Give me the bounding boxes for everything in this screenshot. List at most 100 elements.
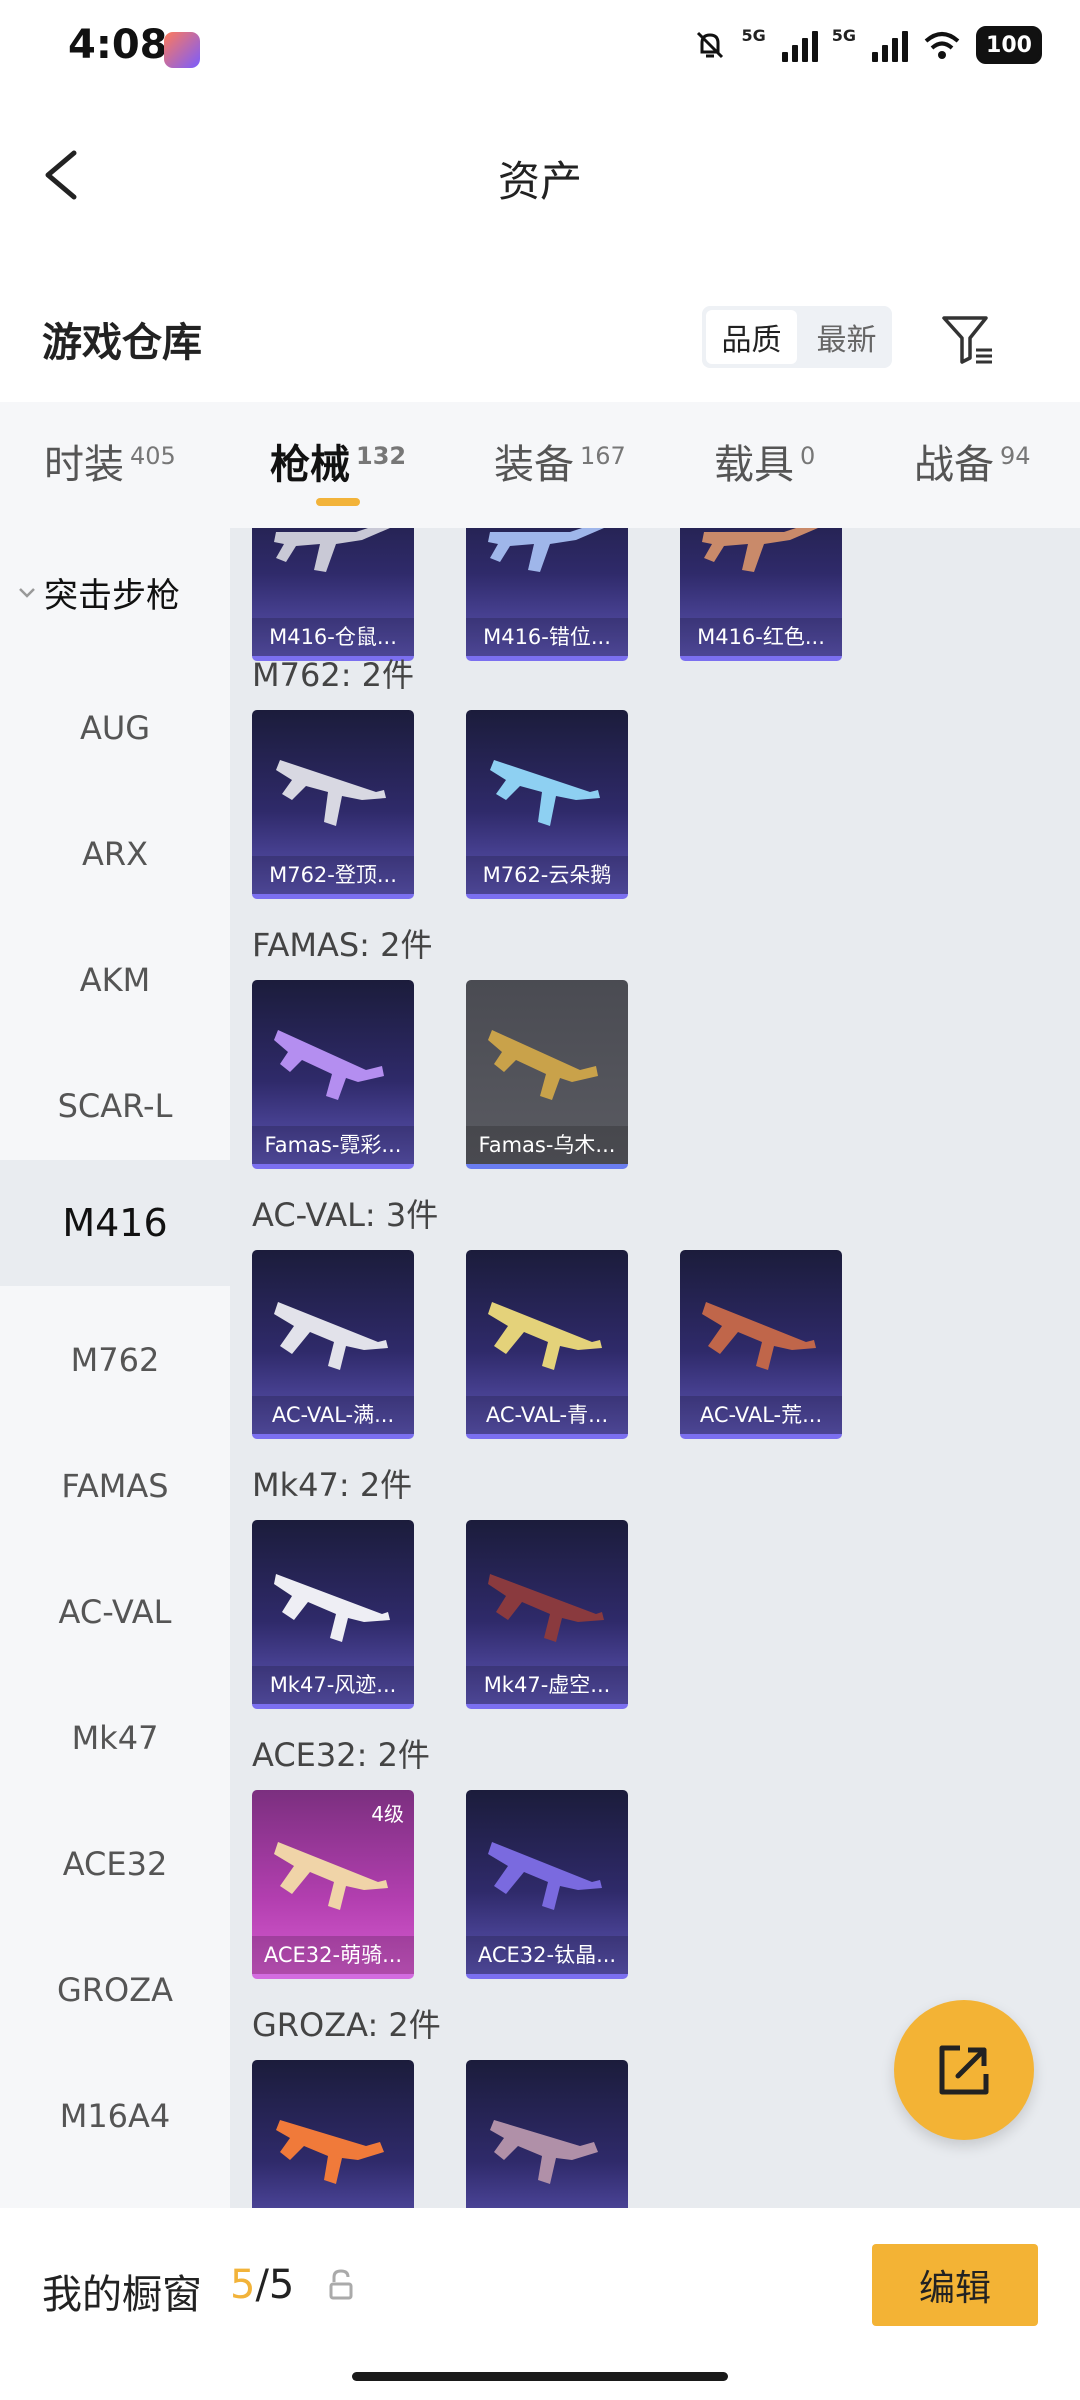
sidebar-item-akm[interactable]: AKM xyxy=(0,950,230,1010)
showcase-current: 5 xyxy=(230,2262,256,2308)
weapon-card-label: Mk47-虚空... xyxy=(466,1666,628,1704)
weapon-card[interactable]: 4级 ACE32-萌骑... xyxy=(252,1790,414,1979)
weapon-card-label: M762-登顶... xyxy=(252,856,414,894)
weapon-card[interactable]: Mk47-虚空... xyxy=(466,1520,628,1709)
weapon-image xyxy=(702,528,818,572)
weapon-grid: M416-仓鼠... M416-错位... M416-红色... M762: 2… xyxy=(230,528,1080,2208)
sidebar-item-arx[interactable]: ARX xyxy=(0,824,230,884)
tab-label: 枪械 xyxy=(270,442,350,488)
signal-icon-1 xyxy=(781,28,818,62)
weapon-card-label: M416-错位... xyxy=(466,618,628,656)
tab-label: 战备 xyxy=(914,442,994,488)
sidebar-item-ac-val[interactable]: AC-VAL xyxy=(0,1582,230,1642)
status-indicators: 5G 5G 100 xyxy=(693,26,1042,64)
weapon-image xyxy=(488,1030,598,1100)
group-title: Mk47: 2件 xyxy=(252,1466,413,1504)
tab-count: 405 xyxy=(130,441,176,470)
sidebar-category-label: 突击步枪 xyxy=(44,576,180,616)
weapon-type-sidebar: 突击步枪 AUG ARX AKM SCAR-L M416 M762 FAMAS … xyxy=(0,528,230,2208)
weapon-card-label: Famas-乌木... xyxy=(466,1126,628,1164)
share-icon xyxy=(939,2045,989,2095)
weapon-card[interactable]: M762-登顶... xyxy=(252,710,414,899)
weapon-card[interactable]: M416-红色... xyxy=(680,528,842,661)
signal-icon-2 xyxy=(872,28,908,62)
tab-fashion[interactable]: 时装 405 xyxy=(44,432,176,490)
weapon-card-label: AC-VAL-荒... xyxy=(680,1396,842,1434)
weapon-card-label: ACE32-萌骑... xyxy=(252,1936,414,1974)
tab-firearms[interactable]: 枪械 132 xyxy=(270,432,406,490)
mute-bell-icon xyxy=(697,31,724,59)
tab-count: 167 xyxy=(580,441,626,470)
tab-vehicles[interactable]: 载具 0 xyxy=(714,432,815,490)
weapon-card[interactable]: Famas-霓彩... xyxy=(252,980,414,1169)
sidebar-category[interactable]: 突击步枪 xyxy=(16,568,180,617)
tab-supplies[interactable]: 战备 94 xyxy=(914,432,1031,490)
sidebar-item-famas[interactable]: FAMAS xyxy=(0,1456,230,1516)
filter-icon[interactable] xyxy=(938,310,998,370)
weapon-card-label: Famas-霓彩... xyxy=(252,1126,414,1164)
weapon-image xyxy=(488,1302,602,1370)
wifi-icon xyxy=(924,32,960,59)
weapon-card[interactable]: M416-错位... xyxy=(466,528,628,661)
weapon-card-label: ACE32-钛晶... xyxy=(466,1936,628,1974)
weapon-card[interactable] xyxy=(252,2060,414,2208)
level-badge: 4级 xyxy=(371,1802,404,1826)
tab-count: 0 xyxy=(800,441,816,470)
showcase-count: 5/5 xyxy=(230,2262,294,2308)
sort-toggle: 品质 最新 xyxy=(702,306,892,368)
group-title: ACE32: 2件 xyxy=(252,1736,430,1774)
weapon-card[interactable]: M762-云朵鹅 xyxy=(466,710,628,899)
weapon-image xyxy=(274,1030,384,1100)
tab-equipment[interactable]: 装备 167 xyxy=(494,432,626,490)
net-type-1: 5G xyxy=(741,26,766,45)
weapon-image xyxy=(702,1302,816,1370)
status-time: 4:08 xyxy=(68,22,168,68)
weapon-image xyxy=(276,760,386,826)
showcase-label: 我的橱窗 xyxy=(42,2272,202,2318)
sidebar-item-scar-l[interactable]: SCAR-L xyxy=(0,1076,230,1136)
sidebar-item-aug[interactable]: AUG xyxy=(0,698,230,758)
battery-indicator: 100 xyxy=(976,26,1042,64)
showcase-total: /5 xyxy=(255,2262,295,2308)
weapon-card[interactable]: Mk47-风迹... xyxy=(252,1520,414,1709)
weapon-image xyxy=(490,2120,598,2184)
sidebar-item-ace32[interactable]: ACE32 xyxy=(0,1834,230,1894)
weapon-card[interactable]: AC-VAL-满... xyxy=(252,1250,414,1439)
net-type-2: 5G xyxy=(831,26,856,45)
weapon-card[interactable]: AC-VAL-荒... xyxy=(680,1250,842,1439)
sidebar-item-mk47[interactable]: Mk47 xyxy=(0,1708,230,1768)
sidebar-item-groza[interactable]: GROZA xyxy=(0,1960,230,2020)
tab-label: 时装 xyxy=(44,442,124,488)
active-tab-indicator xyxy=(316,498,360,506)
sidebar-item-m16a4[interactable]: M16A4 xyxy=(0,2086,230,2146)
weapon-card[interactable]: AC-VAL-青... xyxy=(466,1250,628,1439)
weapon-image xyxy=(276,2120,384,2184)
tab-label: 装备 xyxy=(494,442,574,488)
sidebar-item-m416[interactable]: M416 xyxy=(0,1160,230,1286)
group-title: M762: 2件 xyxy=(252,656,415,694)
group-title: GROZA: 2件 xyxy=(252,2006,441,2044)
weapon-card-label: M416-红色... xyxy=(680,618,842,656)
share-fab-button[interactable] xyxy=(894,2000,1034,2140)
weapon-card-label: Mk47-风迹... xyxy=(252,1666,414,1704)
edit-button[interactable]: 编辑 xyxy=(872,2244,1038,2326)
sort-newest-option[interactable]: 最新 xyxy=(801,306,892,368)
weapon-card[interactable]: Famas-乌木... xyxy=(466,980,628,1169)
tab-label: 载具 xyxy=(714,442,794,488)
group-title: AC-VAL: 3件 xyxy=(252,1196,439,1234)
weapon-card[interactable]: M416-仓鼠... xyxy=(252,528,414,661)
weapon-image xyxy=(274,1574,390,1642)
home-indicator[interactable] xyxy=(352,2372,728,2381)
chevron-down-icon xyxy=(19,587,35,598)
weapon-card[interactable] xyxy=(466,2060,628,2208)
group-title: FAMAS: 2件 xyxy=(252,926,433,964)
weapon-image xyxy=(488,1842,602,1910)
weapon-card-label: M762-云朵鹅 xyxy=(466,856,628,894)
weapon-image xyxy=(488,1574,604,1642)
sidebar-item-m762[interactable]: M762 xyxy=(0,1330,230,1390)
sort-quality-option[interactable]: 品质 xyxy=(706,310,797,364)
weapon-card-label: AC-VAL-满... xyxy=(252,1396,414,1434)
tab-count: 94 xyxy=(1000,441,1031,470)
weapon-image xyxy=(490,760,600,826)
weapon-card[interactable]: ACE32-钛晶... xyxy=(466,1790,628,1979)
